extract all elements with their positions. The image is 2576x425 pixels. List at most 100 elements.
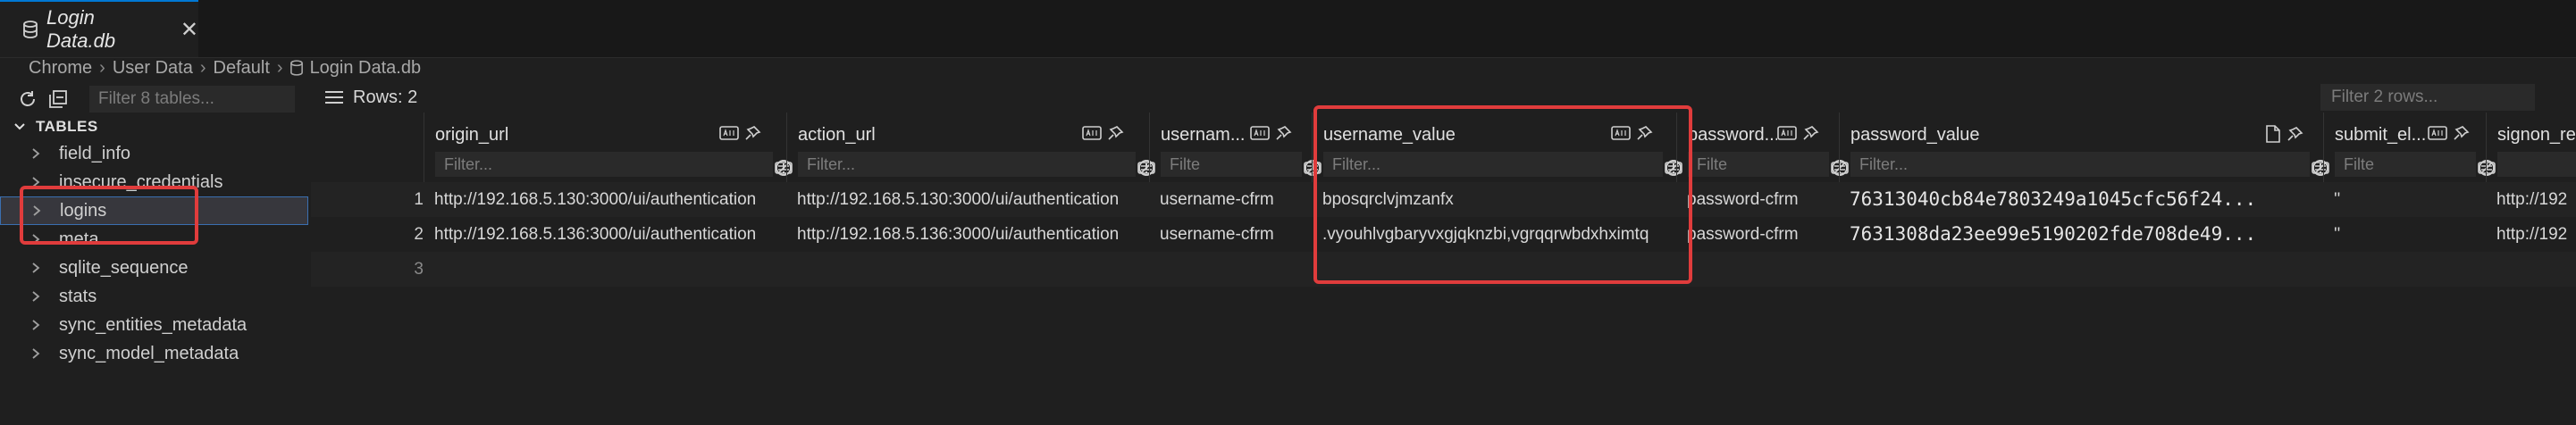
column-header-username-element[interactable]: usernam... Filte xyxy=(1149,112,1322,182)
close-icon[interactable]: ✕ xyxy=(180,17,198,43)
column-filter-input[interactable]: Filter... xyxy=(1850,152,2329,177)
chevron-right-icon: › xyxy=(99,57,105,78)
tables-label: TABLES xyxy=(36,118,98,135)
refresh-icon[interactable] xyxy=(18,89,38,109)
cell-username-element[interactable]: username-cfrm xyxy=(1160,225,1310,245)
column-icons xyxy=(2428,125,2471,141)
column-header-action-url[interactable]: action_url Filter... xyxy=(786,112,1155,182)
table-item-label: sqlite_sequence xyxy=(59,257,189,278)
column-title: submit_el... xyxy=(2335,125,2427,145)
table-item-label: field_info xyxy=(59,143,131,163)
breadcrumb-item-chrome[interactable]: Chrome xyxy=(29,58,92,79)
column-header-origin-url[interactable]: origin_url Filter... xyxy=(424,112,793,182)
filter-placeholder: Filter... xyxy=(807,155,856,173)
column-header-signon-realm[interactable]: signon_rea xyxy=(2486,112,2576,182)
row-number: 1 xyxy=(414,190,424,209)
filter-placeholder: Filte xyxy=(1170,155,1201,173)
table-item-label: sync_entities_metadata xyxy=(59,314,248,335)
pin-icon[interactable] xyxy=(2287,126,2304,142)
breadcrumb-item-user-data[interactable]: User Data xyxy=(113,58,193,79)
row-number: 2 xyxy=(414,225,424,244)
row-count: Rows: 2 xyxy=(353,87,418,107)
highlight-box-logins xyxy=(20,186,198,245)
column-filter-input[interactable]: Filte xyxy=(1688,152,1849,177)
cell-action-url[interactable]: http://192.168.5.130:3000/ui/authenticat… xyxy=(797,190,1147,210)
collapse-all-icon[interactable] xyxy=(48,89,68,109)
database-icon xyxy=(289,60,303,76)
chevron-right-icon: › xyxy=(199,57,206,78)
filter-placeholder: Filte xyxy=(1697,155,1728,173)
chevron-right-icon: › xyxy=(276,57,283,78)
chevron-right-icon xyxy=(30,290,41,303)
table-filter-input[interactable] xyxy=(89,86,295,112)
breadcrumb-item-default[interactable]: Default xyxy=(214,58,270,79)
cell-password-element[interactable]: password-cfrm xyxy=(1687,225,1837,245)
text-type-icon xyxy=(719,126,739,140)
cell-submit-element[interactable]: '' xyxy=(2334,190,2484,210)
column-title: signon_rea xyxy=(2497,125,2576,145)
chevron-right-icon xyxy=(30,319,41,331)
column-title: usernam... xyxy=(1161,125,1246,145)
text-type-icon xyxy=(2428,126,2447,140)
table-item-stats[interactable]: stats xyxy=(0,282,308,311)
cell-origin-url[interactable]: http://192.168.5.136:3000/ui/authenticat… xyxy=(434,225,785,245)
chevron-right-icon xyxy=(30,347,41,360)
column-header-password-value[interactable]: password_value Filter... xyxy=(1839,112,2329,182)
pin-icon[interactable] xyxy=(2453,125,2471,141)
sidebar-toolbar xyxy=(0,82,311,116)
column-filter-input[interactable] xyxy=(2497,152,2576,177)
cell-password-element[interactable]: password-cfrm xyxy=(1687,190,1837,210)
table-item-field-info[interactable]: field_info xyxy=(0,139,308,168)
column-filter-input[interactable]: Filter... xyxy=(435,152,793,177)
column-title: password_value xyxy=(1850,125,1980,145)
pin-icon[interactable] xyxy=(1107,125,1125,141)
cell-origin-url[interactable]: http://192.168.5.130:3000/ui/authenticat… xyxy=(434,190,785,210)
breadcrumb-item-file[interactable]: Login Data.db xyxy=(310,58,422,79)
column-title: action_url xyxy=(798,125,876,145)
row-filter-input[interactable] xyxy=(2320,84,2535,111)
tab-login-data[interactable]: Login Data.db ✕ xyxy=(0,0,198,57)
table-item-label: stats xyxy=(59,286,97,306)
cell-submit-element[interactable]: '' xyxy=(2334,225,2484,245)
column-header-password-element[interactable]: password... Filte xyxy=(1676,112,1849,182)
tab-bar: Login Data.db ✕ xyxy=(0,0,2576,58)
cell-action-url[interactable]: http://192.168.5.136:3000/ui/authenticat… xyxy=(797,225,1147,245)
cell-username-element[interactable]: username-cfrm xyxy=(1160,190,1310,210)
filter-placeholder: Filter... xyxy=(1859,155,1909,173)
cell-signon-realm[interactable]: http://192 xyxy=(2496,190,2576,210)
table-item-label: sync_model_metadata xyxy=(59,343,239,363)
tables-section-header[interactable]: TABLES xyxy=(13,118,98,136)
highlight-box-username-value xyxy=(1313,105,1692,284)
pin-icon[interactable] xyxy=(744,125,762,141)
column-icons xyxy=(1082,125,1125,141)
database-icon xyxy=(23,21,38,38)
cell-password-value[interactable]: 76313040cb84e7803249a1045cfc56f24... xyxy=(1850,188,2321,210)
column-icons xyxy=(2265,125,2304,143)
row-number: 3 xyxy=(414,260,424,279)
column-filter-input[interactable]: Filte xyxy=(2335,152,2496,177)
column-icons xyxy=(1250,125,1293,141)
table-item-sync-entities-metadata[interactable]: sync_entities_metadata xyxy=(0,311,308,339)
chevron-down-icon xyxy=(13,120,27,134)
chevron-right-icon xyxy=(30,147,41,160)
breadcrumb: Chrome › User Data › Default › Login Dat… xyxy=(29,55,421,80)
filter-placeholder: Filte xyxy=(2344,155,2375,173)
table-item-sqlite-sequence[interactable]: sqlite_sequence xyxy=(0,254,308,282)
column-header-submit-element[interactable]: submit_el... Filte xyxy=(2323,112,2496,182)
column-icons xyxy=(719,125,762,141)
column-filter-input[interactable]: Filter... xyxy=(798,152,1155,177)
file-icon xyxy=(2265,125,2281,143)
cell-password-value[interactable]: 7631308da23ee99e5190202fde708de49... xyxy=(1850,223,2321,245)
table-item-sync-model-metadata[interactable]: sync_model_metadata xyxy=(0,339,308,368)
pin-icon[interactable] xyxy=(1802,125,1820,141)
sidebar: TABLES field_info insecure_credentials l… xyxy=(0,82,311,425)
chevron-right-icon xyxy=(30,262,41,274)
column-title: password... xyxy=(1688,125,1777,145)
column-filter-input[interactable]: Filte xyxy=(1161,152,1322,177)
rows-icon xyxy=(324,89,344,105)
cell-signon-realm[interactable]: http://192 xyxy=(2496,225,2576,245)
column-icons xyxy=(1777,125,1820,141)
column-title: origin_url xyxy=(435,125,509,145)
pin-icon[interactable] xyxy=(1275,125,1293,141)
tab-label: Login Data.db xyxy=(46,6,116,52)
